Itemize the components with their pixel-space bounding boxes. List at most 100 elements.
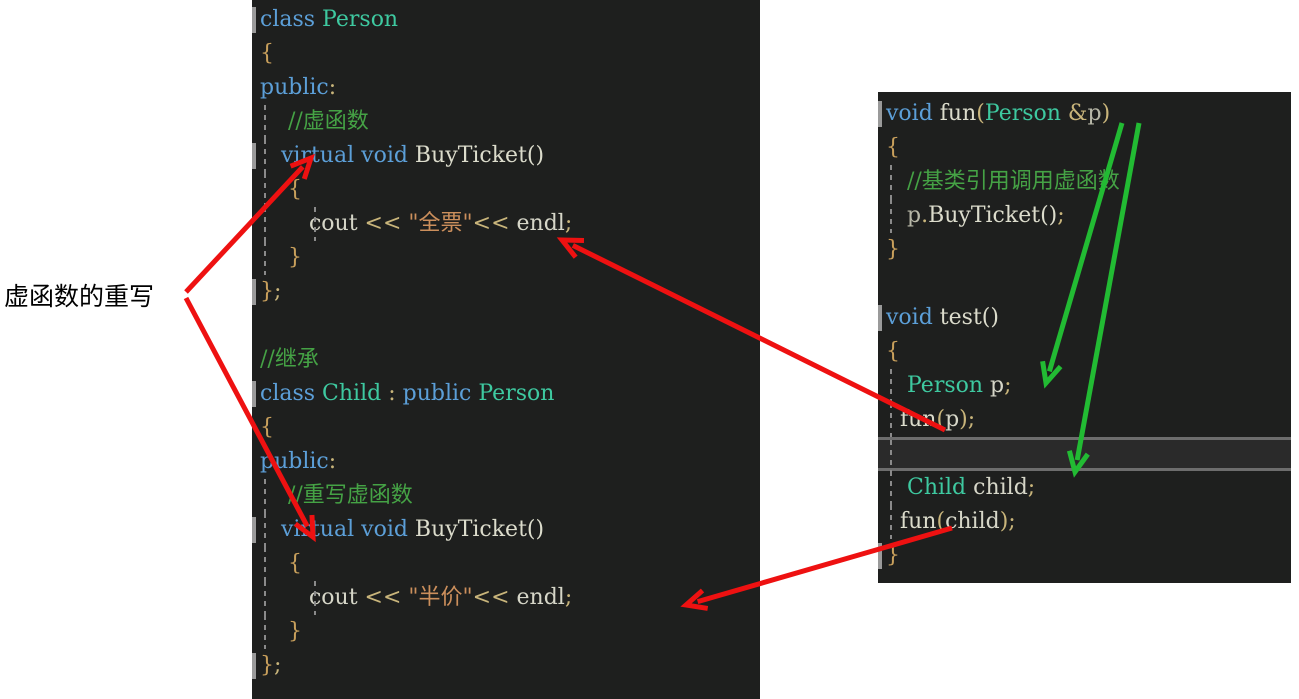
code-line[interactable]: public: xyxy=(252,71,760,105)
code-token: public xyxy=(260,449,329,474)
code-line[interactable]: { xyxy=(252,411,760,445)
code-line[interactable]: { xyxy=(878,335,1291,369)
indent-guide xyxy=(264,479,266,513)
right-code-panel[interactable]: void fun(Person &p){ //基类引用调用虚函数 p.BuyTi… xyxy=(878,92,1291,583)
code-line[interactable]: cout << "半价"<< endl; xyxy=(252,581,760,615)
code-line[interactable]: } xyxy=(252,615,760,649)
code-line[interactable]: } xyxy=(878,539,1291,573)
code-line[interactable]: { xyxy=(252,547,760,581)
code-line[interactable]: }; xyxy=(252,649,760,683)
code-line[interactable]: //虚函数 xyxy=(252,105,760,139)
code-token: child xyxy=(945,509,1000,534)
code-line[interactable]: cout << "全票"<< endl; xyxy=(252,207,760,241)
code-line[interactable]: //基类引用调用虚函数 xyxy=(878,165,1291,199)
code-line[interactable] xyxy=(878,437,1291,474)
code-token: "半价" xyxy=(408,585,473,610)
code-line[interactable]: void test() xyxy=(878,301,1291,335)
code-token: : xyxy=(381,381,403,406)
code-token: ; xyxy=(564,585,573,610)
code-token: child xyxy=(966,475,1028,500)
annotation-label: 虚函数的重写 xyxy=(4,282,155,311)
code-token: } xyxy=(886,543,900,568)
code-token: << xyxy=(472,585,510,610)
code-token: void xyxy=(886,305,933,330)
code-token: } xyxy=(260,653,274,678)
code-line[interactable]: class Child : public Person xyxy=(252,377,760,411)
code-token: << xyxy=(472,211,510,236)
code-line[interactable]: p.BuyTicket(); xyxy=(878,199,1291,233)
code-token: ; xyxy=(1027,475,1036,500)
indent-guide xyxy=(314,207,316,241)
indent-guide xyxy=(890,440,892,474)
code-line[interactable]: { xyxy=(252,37,760,71)
code-line[interactable]: { xyxy=(878,131,1291,165)
line-cursor-marker xyxy=(252,517,256,543)
indent-guide xyxy=(264,173,266,207)
code-token: << xyxy=(364,211,402,236)
code-line[interactable]: //重写虚函数 xyxy=(252,479,760,513)
indent-guide xyxy=(314,581,316,615)
code-token: BuyTicket() xyxy=(407,143,545,168)
code-token: ; xyxy=(1057,203,1065,228)
code-token: Person xyxy=(322,7,399,32)
line-cursor-marker xyxy=(878,543,882,569)
code-line[interactable]: { xyxy=(252,173,760,207)
code-line[interactable]: class Person xyxy=(252,3,760,37)
code-token: Person xyxy=(906,373,984,398)
code-token: } xyxy=(260,619,302,644)
line-cursor-marker xyxy=(252,653,256,679)
code-token: p xyxy=(945,407,960,432)
code-line[interactable]: public: xyxy=(252,445,760,479)
indent-guide xyxy=(264,241,266,275)
code-line[interactable] xyxy=(252,309,760,343)
code-line[interactable]: } xyxy=(252,241,760,275)
code-token: { xyxy=(260,551,302,576)
code-line[interactable]: Child child; xyxy=(878,471,1291,505)
code-token: ; xyxy=(274,279,282,304)
code-line[interactable]: //继承 xyxy=(252,343,760,377)
code-token: cout xyxy=(260,585,365,610)
code-token: Child xyxy=(322,381,382,406)
code-token: ; xyxy=(1004,373,1012,398)
code-token: BuyTicket() xyxy=(928,203,1058,228)
code-line[interactable]: fun(p); xyxy=(878,403,1291,437)
code-line[interactable]: Person p; xyxy=(878,369,1291,403)
code-line[interactable]: void fun(Person &p) xyxy=(878,97,1291,131)
code-token: endl xyxy=(509,585,565,610)
code-token: void xyxy=(886,101,933,126)
code-line[interactable] xyxy=(878,267,1291,301)
indent-guide xyxy=(890,471,892,505)
code-token: //重写虚函数 xyxy=(260,483,413,508)
code-token: & xyxy=(1060,101,1088,126)
code-line[interactable]: fun(child); xyxy=(878,505,1291,539)
indent-guide xyxy=(264,207,266,241)
code-token: //基类引用调用虚函数 xyxy=(886,169,1120,194)
code-token: p xyxy=(983,373,1005,398)
code-token: << xyxy=(364,585,402,610)
indent-guide xyxy=(264,615,266,649)
code-line[interactable]: }; xyxy=(252,275,760,309)
code-token: class xyxy=(260,381,323,406)
code-token: ); xyxy=(999,509,1016,534)
code-token: ( xyxy=(976,101,985,126)
indent-guide xyxy=(890,165,892,199)
code-token: Person xyxy=(478,381,555,406)
line-cursor-marker xyxy=(252,279,256,305)
code-token: public xyxy=(402,381,479,406)
left-code-panel[interactable]: class Person { public: //虚函数 virtual void … xyxy=(252,0,760,699)
code-token: public xyxy=(260,75,329,100)
code-line[interactable]: } xyxy=(878,233,1291,267)
code-token: BuyTicket() xyxy=(407,517,545,542)
code-token: //继承 xyxy=(260,347,319,372)
code-token: { xyxy=(260,41,274,66)
code-token: fun xyxy=(886,509,937,534)
code-token: { xyxy=(260,177,302,202)
code-token: { xyxy=(260,415,274,440)
indent-guide xyxy=(890,505,892,539)
code-token: class xyxy=(260,7,323,32)
code-line[interactable]: virtual void BuyTicket() xyxy=(252,139,760,173)
code-line[interactable]: virtual void BuyTicket() xyxy=(252,513,760,547)
code-token: Child xyxy=(906,475,967,500)
code-token: fun xyxy=(932,101,977,126)
code-token: fun xyxy=(886,407,937,432)
